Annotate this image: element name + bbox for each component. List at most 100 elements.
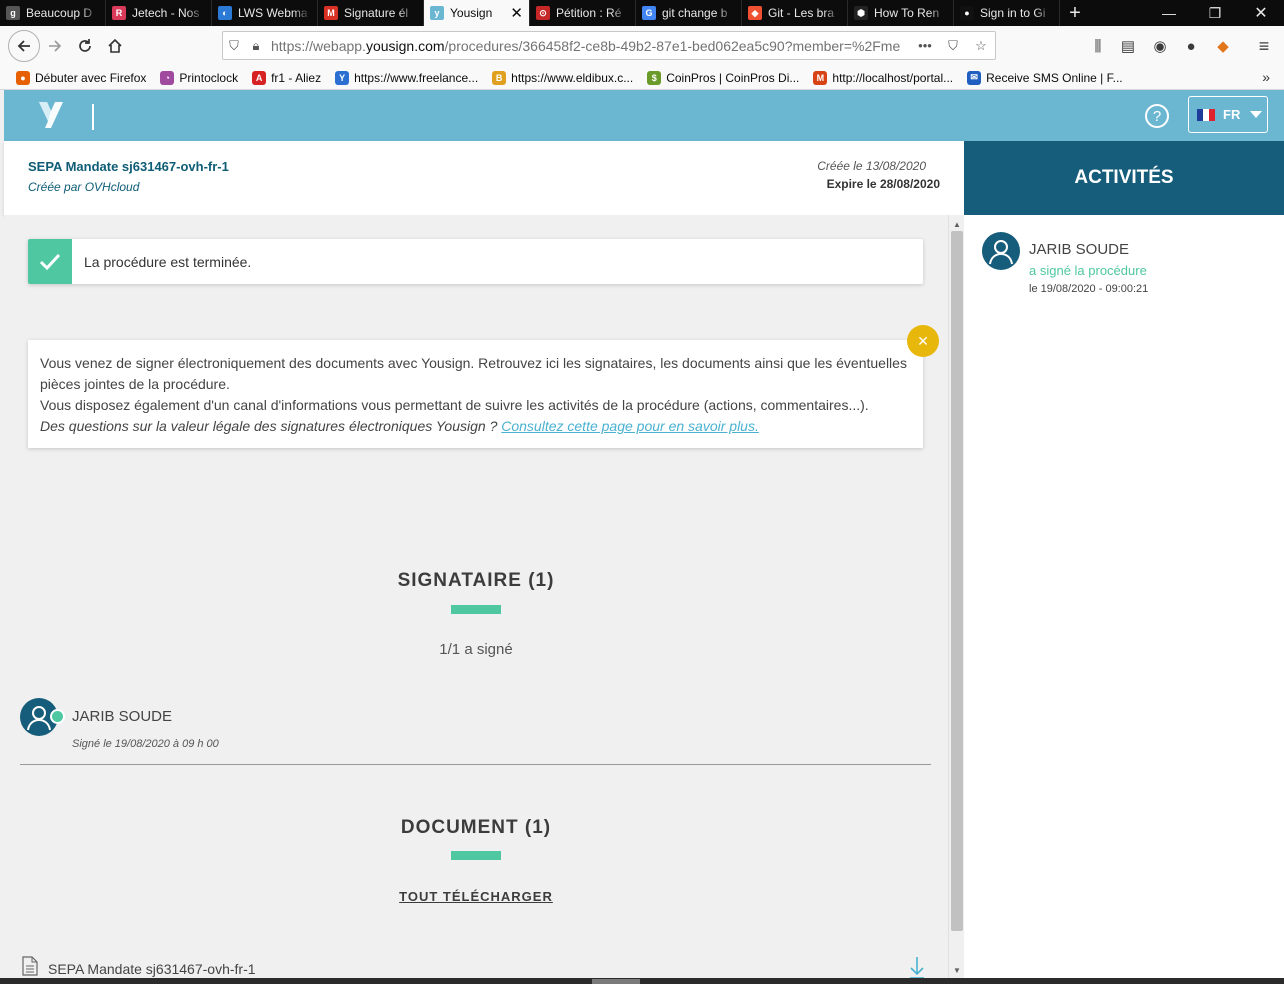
browser-tab[interactable]: ◆ Git - Les bra: [742, 0, 848, 26]
github-icon: ●: [960, 6, 974, 20]
hexagon-icon: ⬢: [854, 6, 868, 20]
procedure-expiry-date: Expire le 28/08/2020: [826, 177, 940, 191]
browser-tab[interactable]: y Yousign ✕: [424, 0, 530, 26]
scrollbar-thumb[interactable]: [951, 231, 963, 931]
bookmark-item[interactable]: Yhttps://www.freelance...: [335, 70, 478, 85]
freelance-icon: Y: [335, 70, 350, 85]
bookmark-item[interactable]: ◔ Printoclock: [160, 70, 238, 85]
vertical-scrollbar[interactable]: ▲ ▼: [948, 215, 964, 984]
petition-icon: ⊙: [536, 6, 550, 20]
bookmark-item[interactable]: Mhttp://localhost/portal...: [813, 70, 953, 85]
signed-badge-icon: [50, 709, 65, 724]
coinpros-icon: $: [647, 70, 662, 85]
procedure-header: SEPA Mandate sj631467-ovh-fr-1 Créée par…: [4, 141, 964, 215]
localhost-icon: M: [813, 70, 828, 85]
library-icon[interactable]: ⫼: [1085, 33, 1111, 59]
bookmark-label: fr1 - Aliez: [271, 70, 322, 85]
documents-title: DOCUMENT (1): [400, 817, 552, 838]
check-icon: [28, 239, 72, 284]
browser-nav-bar: ⛉ 🔒︎ https://webapp.yousign.com/procedur…: [0, 26, 1284, 66]
browser-tab[interactable]: ⬢ How To Ren: [848, 0, 954, 26]
bookmark-label: Débuter avec Firefox: [35, 70, 147, 85]
browser-tab-label: How To Ren: [874, 6, 940, 20]
documents-title-underline: [451, 851, 501, 860]
close-window-icon[interactable]: ✕: [1238, 0, 1284, 26]
metamask-fox-icon[interactable]: ◆: [1210, 33, 1236, 59]
forward-button[interactable]: [40, 31, 70, 61]
browser-tab-label: Sign in to Gi: [980, 6, 1046, 20]
signers-title-underline: [451, 605, 501, 614]
procedure-title: SEPA Mandate sj631467-ovh-fr-1: [28, 159, 229, 174]
url-bar[interactable]: ⛉ 🔒︎ https://webapp.yousign.com/procedur…: [222, 31, 996, 60]
bookmark-item[interactable]: $ CoinPros | CoinPros Di...: [647, 70, 799, 85]
bookmark-item[interactable]: ✉ Receive SMS Online | F...: [967, 70, 1123, 85]
alert-text: La procédure est terminée.: [84, 253, 252, 270]
firefox-icon: ●: [16, 70, 30, 85]
scroll-down-icon[interactable]: ▼: [949, 963, 965, 977]
url-text[interactable]: https://webapp.yousign.com/procedures/36…: [267, 38, 911, 54]
bookmark-item[interactable]: ● Débuter avec Firefox: [16, 70, 147, 85]
extension-icon[interactable]: ●: [1178, 33, 1204, 59]
pocket-icon[interactable]: ⛉: [939, 38, 967, 54]
horizontal-scrollbar-thumb[interactable]: [592, 979, 640, 984]
signer-name: JARIB SOUDE: [72, 708, 173, 725]
back-button[interactable]: [8, 30, 40, 62]
yousign-logo-icon[interactable]: [38, 100, 64, 130]
browser-tab-label: Yousign: [450, 6, 493, 20]
browser-tab[interactable]: M Signature él: [318, 0, 424, 26]
help-icon[interactable]: ?: [1145, 104, 1169, 128]
page-actions-icon[interactable]: •••: [911, 38, 939, 53]
aliez-icon: A: [252, 70, 267, 85]
close-info-icon[interactable]: ✕: [907, 325, 939, 357]
bookmarks-overflow-icon[interactable]: »: [1262, 69, 1270, 85]
activity-timestamp: le 19/08/2020 - 09:00:21: [1029, 283, 1149, 295]
browser-tab-label: Git - Les bra: [768, 6, 835, 20]
activity-avatar: [982, 232, 1020, 270]
close-tab-icon[interactable]: ✕: [510, 4, 523, 22]
sms-icon: ✉: [967, 70, 982, 85]
new-tab-icon[interactable]: +: [1060, 0, 1090, 26]
bookmark-label: Receive SMS Online | F...: [986, 70, 1123, 85]
hamburger-menu-icon[interactable]: ≡: [1251, 33, 1277, 59]
reload-icon: [79, 39, 91, 52]
bookmark-star-icon[interactable]: ☆: [967, 38, 995, 54]
language-selector[interactable]: FR: [1188, 96, 1268, 133]
arrow-left-icon: [17, 40, 30, 52]
download-icon[interactable]: [908, 955, 926, 979]
browser-tab[interactable]: Ggit change b: [636, 0, 742, 26]
browser-tab[interactable]: ⊙ Pétition : Ré: [530, 0, 636, 26]
browser-tab-label: git change b: [662, 6, 728, 20]
info-learn-more-link[interactable]: Consultez cette page pour en savoir plus…: [501, 418, 759, 434]
minimize-icon[interactable]: —: [1146, 0, 1192, 26]
main-content[interactable]: La procédure est terminée. Vous venez de…: [4, 215, 948, 984]
sidebar-icon[interactable]: ▤: [1115, 33, 1141, 59]
browser-tab-label: Beaucoup D: [26, 6, 93, 20]
download-all-label[interactable]: TOUT TÉLÉCHARGER: [399, 889, 553, 904]
browser-tab-label: Pétition : Ré: [556, 6, 622, 20]
scroll-up-icon[interactable]: ▲: [949, 217, 965, 231]
home-icon: [108, 38, 122, 53]
procedure-creator: Créée par OVHcloud: [28, 180, 140, 194]
padlock-icon[interactable]: 🔒︎: [245, 38, 267, 54]
signer-date: Signé le 19/08/2020 à 09 h 00: [72, 738, 219, 750]
browser-tab[interactable]: g Beaucoup D: [0, 0, 106, 26]
browser-tab-label: LWS Webma: [238, 6, 308, 20]
bookmark-item[interactable]: Afr1 - Aliez: [252, 70, 322, 85]
download-all-link[interactable]: TOUT TÉLÉCHARGER: [4, 889, 948, 904]
bookmark-item[interactable]: Bhttps://www.eldibux.c...: [492, 70, 633, 85]
browser-tab[interactable]: ● Sign in to Gi: [954, 0, 1060, 26]
maximize-icon[interactable]: ❐: [1192, 0, 1238, 26]
divider: [20, 764, 931, 765]
reload-button[interactable]: [70, 31, 100, 61]
tracking-shield-icon[interactable]: ⛉: [223, 38, 245, 54]
account-icon[interactable]: ◉: [1147, 33, 1173, 59]
browser-tab[interactable]: R Jetech - Nos: [106, 0, 212, 26]
browser-tab[interactable]: ◐ LWS Webma: [212, 0, 318, 26]
document-name[interactable]: SEPA Mandate sj631467-ovh-fr-1: [48, 961, 256, 977]
header-separator: [92, 104, 94, 130]
home-button[interactable]: [100, 31, 130, 61]
horizontal-scrollbar[interactable]: [0, 978, 1284, 984]
document-icon: [22, 956, 38, 976]
activities-header: ACTIVITÉS: [964, 141, 1284, 215]
bookmarks-bar: ● Débuter avec Firefox ◔ Printoclock Afr1 - …: [0, 66, 1284, 90]
